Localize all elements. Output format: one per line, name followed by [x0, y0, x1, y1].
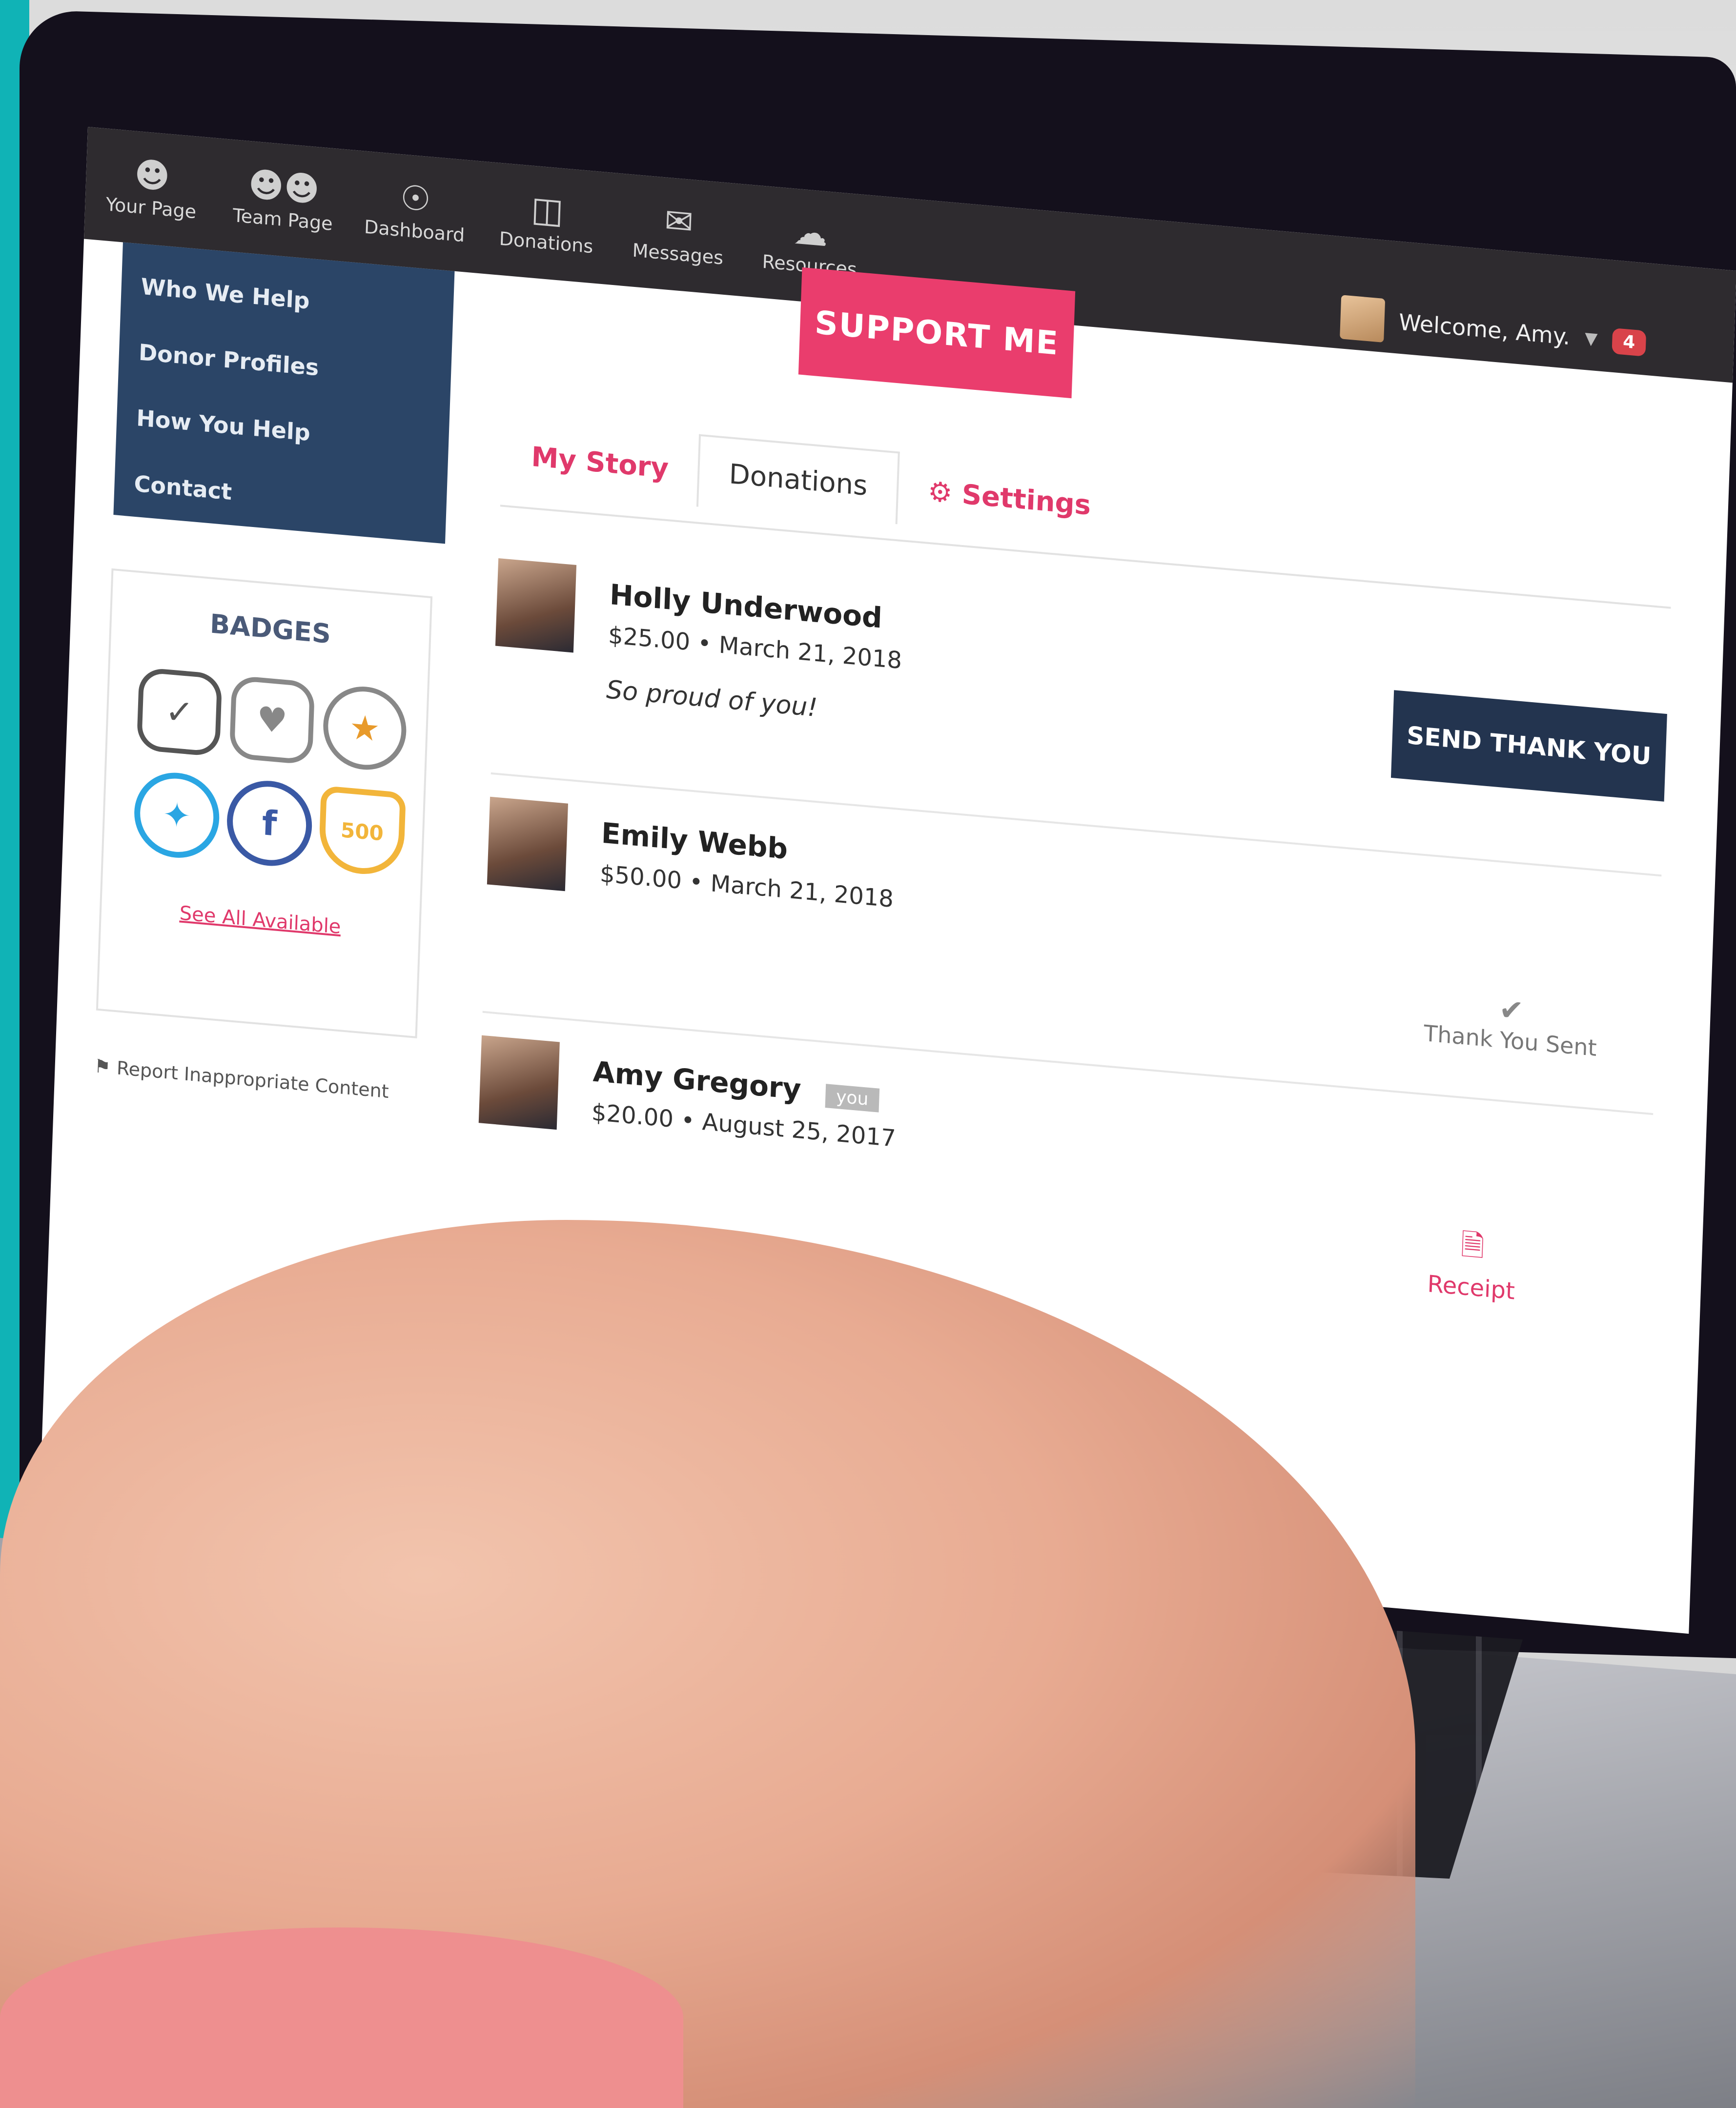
- facebook-badge-icon: f: [225, 777, 314, 870]
- donation-amount-date: $50.00 • March 21, 2018: [599, 860, 894, 913]
- twitter-badge-icon: ✦: [133, 769, 221, 862]
- flag-icon: ⚑: [94, 1055, 111, 1078]
- donor-message: So proud of you!: [606, 675, 818, 723]
- sleeve: [0, 1927, 683, 2108]
- see-all-badges-link[interactable]: See All Available: [102, 895, 419, 946]
- envelope-icon: ✉: [664, 200, 694, 243]
- send-thank-you-button[interactable]: SEND THANK YOU: [1390, 690, 1667, 802]
- document-icon: 🗎: [1460, 1227, 1485, 1264]
- user-menu[interactable]: Welcome, Amy. ▼ 4: [1339, 295, 1647, 365]
- badges-title: BADGES: [209, 608, 331, 650]
- nav-label: Your Page: [105, 193, 197, 223]
- donor-photo: [487, 796, 569, 892]
- caret-down-icon[interactable]: ▼: [1584, 328, 1598, 349]
- star-ribbon-badge-icon: ★: [322, 683, 408, 773]
- nav-dashboard[interactable]: ☉ Dashboard: [347, 150, 483, 273]
- donor-name: Emily Webb: [600, 816, 789, 866]
- dashboard-icon: ☉: [399, 177, 432, 220]
- welcome-text: Welcome, Amy.: [1398, 308, 1571, 350]
- report-content-link[interactable]: ⚑ Report Inappropriate Content: [94, 1055, 389, 1102]
- team-icon: ☻☻: [247, 163, 321, 210]
- user-icon: ☻: [133, 154, 171, 197]
- thank-you-sent-status: ✔ Thank You Sent: [1423, 986, 1598, 1061]
- cloud-download-icon: ☁: [793, 211, 829, 255]
- notification-badge[interactable]: 4: [1612, 327, 1647, 357]
- nav-label: Donations: [499, 227, 593, 258]
- report-label: Report Inappropriate Content: [116, 1057, 389, 1102]
- nav-your-page[interactable]: ☻ Your Page: [84, 127, 220, 250]
- avatar: [1339, 295, 1385, 343]
- nav-messages[interactable]: ✉ Messages: [611, 173, 746, 296]
- 500-badge-icon: 500: [318, 785, 406, 878]
- nav-label: Messages: [632, 239, 724, 269]
- tab-settings-label: Settings: [961, 478, 1092, 522]
- badges-card: BADGES ✓ ♥ ★ ✦ f 500 See All Available: [96, 568, 433, 1039]
- tab-settings[interactable]: ⚙ Settings: [898, 454, 1122, 544]
- check-badge-icon: ✓: [136, 667, 223, 757]
- donor-photo: [495, 558, 577, 653]
- donor-name-text: Amy Gregory: [592, 1054, 802, 1106]
- badge-grid: ✓ ♥ ★ ✦ f 500: [103, 665, 427, 879]
- nav-label: Dashboard: [364, 216, 465, 246]
- nav-team-page[interactable]: ☻☻ Team Page: [216, 139, 351, 262]
- profile-tabs: My Story Donations ⚙ Settings: [501, 417, 1122, 544]
- tab-my-story[interactable]: My Story: [501, 419, 699, 507]
- tab-donations[interactable]: Donations: [696, 434, 900, 525]
- gear-icon: ⚙: [927, 475, 953, 509]
- sidebar-nav: Who We Help Donor Profiles How You Help …: [113, 242, 455, 544]
- nav-donations[interactable]: ◫ Donations: [479, 162, 614, 285]
- donor-photo: [478, 1035, 560, 1130]
- heart-badge-icon: ♥: [229, 675, 315, 765]
- you-tag: you: [825, 1084, 880, 1113]
- receipt-link[interactable]: 🗎 Receipt: [1427, 1220, 1517, 1305]
- gift-icon: ◫: [530, 188, 564, 232]
